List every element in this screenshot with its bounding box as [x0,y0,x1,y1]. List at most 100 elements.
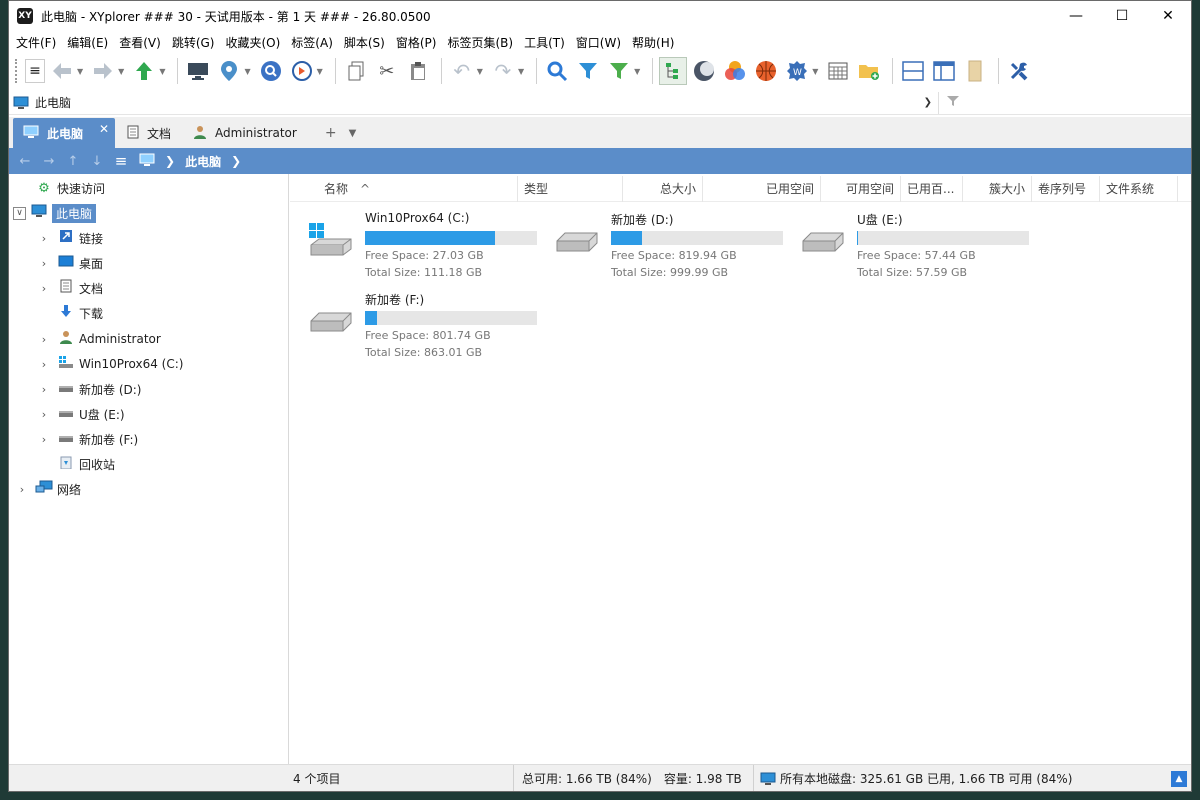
copy-icon[interactable] [342,57,370,85]
basketball-icon[interactable] [752,57,780,85]
goto-icon[interactable] [288,57,316,85]
calendar-grid-icon[interactable] [824,57,852,85]
status-expand-icon[interactable]: ▲ [1171,770,1187,787]
up-dropdown-icon[interactable]: ▼ [159,67,165,76]
minimize-button[interactable]: — [1053,1,1099,31]
chevron-right-icon[interactable]: › [37,408,51,421]
tree-item-network[interactable]: › 网络 [15,477,81,501]
chevron-right-icon[interactable]: › [37,257,51,270]
column-volume-serial[interactable]: 卷序列号 [1032,175,1100,202]
tab-administrator[interactable]: Administrator [183,118,307,148]
chevron-right-icon[interactable]: › [37,433,51,446]
location-dropdown-icon[interactable]: ▼ [244,67,250,76]
nav-up-icon[interactable]: ↑ [61,154,85,169]
column-name[interactable]: 名称 ^ [318,175,518,202]
tree-item-downloads[interactable]: 下载 [37,301,103,325]
computer-icon[interactable] [184,57,212,85]
menu-file[interactable]: 文件(F) [13,34,59,51]
column-free-space[interactable]: 可用空间 [821,175,901,202]
column-cluster-size[interactable]: 簇大小 [963,175,1032,202]
chevron-right-icon[interactable]: › [37,282,51,295]
filter-dropdown-icon[interactable]: ▼ [634,67,640,76]
tree-item-drive-c[interactable]: › Win10Prox64 (C:) [37,352,183,376]
undo-dropdown-icon[interactable]: ▼ [477,67,483,76]
redo-dropdown-icon[interactable]: ▼ [518,67,524,76]
tree-item-recycle-bin[interactable]: 回收站 [37,452,115,476]
add-tab-button[interactable]: + [325,118,337,148]
back-icon[interactable] [48,57,76,85]
dark-mode-icon[interactable] [690,57,718,85]
breadcrumb-current[interactable]: 此电脑 [185,153,221,170]
tree-item-links[interactable]: › 链接 [37,226,103,250]
menu-window[interactable]: 窗口(W) [573,34,624,51]
tab-documents[interactable]: 文档 [117,118,181,148]
chevron-right-icon[interactable]: › [37,383,51,396]
chevron-right-icon[interactable]: › [37,333,51,346]
tree-item-quick-access[interactable]: ⚙ 快速访问 [15,176,105,200]
tree-item-this-pc[interactable]: ∨ 此电脑 [13,201,97,225]
catalog-badge-icon[interactable]: W [783,57,811,85]
drive-tile-e[interactable]: U盘 (E:) Free Space: 57.44 GB Total Size:… [791,211,1031,281]
menu-help[interactable]: 帮助(H) [629,34,677,51]
info-panel-icon[interactable] [961,57,989,85]
forward-dropdown-icon[interactable]: ▼ [118,67,124,76]
nav-forward-icon[interactable]: → [37,154,61,169]
address-input[interactable]: 此电脑 ❯ [9,91,939,114]
menu-tags[interactable]: 标签(A) [288,34,336,51]
menu-tabsets[interactable]: 标签页集(B) [444,34,516,51]
redo-icon[interactable]: ↷ [489,57,517,85]
find-files-icon[interactable] [257,57,285,85]
tree-item-drive-f[interactable]: › 新加卷 (F:) [37,427,138,451]
catalog-dropdown-icon[interactable]: ▼ [812,67,818,76]
drive-tile-f[interactable]: 新加卷 (F:) Free Space: 801.74 GB Total Siz… [299,291,539,361]
column-type[interactable]: 类型 [518,175,623,202]
close-button[interactable]: ✕ [1145,1,1191,31]
menu-edit[interactable]: 编辑(E) [64,34,111,51]
tree-item-drive-e[interactable]: › U盘 (E:) [37,402,125,426]
column-used-space[interactable]: 已用空间 [703,175,821,202]
dual-pane-horizontal-icon[interactable] [899,57,927,85]
filter-icon[interactable] [574,57,602,85]
column-total-size[interactable]: 总大小 [623,175,703,202]
chevron-right-icon[interactable]: › [37,358,51,371]
tree-item-documents[interactable]: › 文档 [37,276,103,300]
cut-icon[interactable]: ✂ [373,57,401,85]
maximize-button[interactable]: ☐ [1099,1,1145,31]
up-icon[interactable] [130,57,158,85]
drive-tile-d[interactable]: 新加卷 (D:) Free Space: 819.94 GB Total Siz… [545,211,785,281]
tab-list-dropdown-icon[interactable]: ▼ [349,118,357,148]
tree-item-administrator[interactable]: › Administrator [37,327,161,351]
chevron-down-icon[interactable]: ❯ [924,97,932,108]
menu-go[interactable]: 跳转(G) [169,34,218,51]
nav-down-icon[interactable]: ↓ [85,154,109,169]
filter-funnel-icon[interactable] [947,95,959,111]
column-file-system[interactable]: 文件系统 [1100,175,1178,202]
menu-favorites[interactable]: 收藏夹(O) [222,34,283,51]
chevron-right-icon[interactable]: ❯ [231,154,241,168]
chevron-right-icon[interactable]: › [37,232,51,245]
forward-icon[interactable] [89,57,117,85]
menu-tools[interactable]: 工具(T) [521,34,568,51]
close-icon[interactable]: ✕ [99,122,109,136]
chevron-right-icon[interactable]: › [15,483,29,496]
preview-pane-icon[interactable] [930,57,958,85]
undo-icon[interactable]: ↶ [448,57,476,85]
goto-dropdown-icon[interactable]: ▼ [317,67,323,76]
menu-scripting[interactable]: 脚本(S) [341,34,388,51]
computer-small-icon[interactable] [139,153,155,170]
tree-view-icon[interactable] [659,57,688,85]
menu-panes[interactable]: 窗格(P) [393,34,440,51]
column-used-percent[interactable]: 已用百... [901,175,963,202]
breadcrumb-menu-icon[interactable]: ≡ [109,152,133,170]
hamburger-menu-icon[interactable]: ≡ [25,59,45,83]
location-pin-icon[interactable] [215,57,243,85]
color-filter-icon[interactable] [721,57,749,85]
back-dropdown-icon[interactable]: ▼ [77,67,83,76]
configuration-tools-icon[interactable] [1005,57,1033,85]
menu-view[interactable]: 查看(V) [116,34,164,51]
tree-item-desktop[interactable]: › 桌面 [37,251,103,275]
tree-item-drive-d[interactable]: › 新加卷 (D:) [37,377,142,401]
new-folder-icon[interactable] [855,57,883,85]
collapse-icon[interactable]: ∨ [13,206,26,220]
search-icon[interactable] [543,57,571,85]
